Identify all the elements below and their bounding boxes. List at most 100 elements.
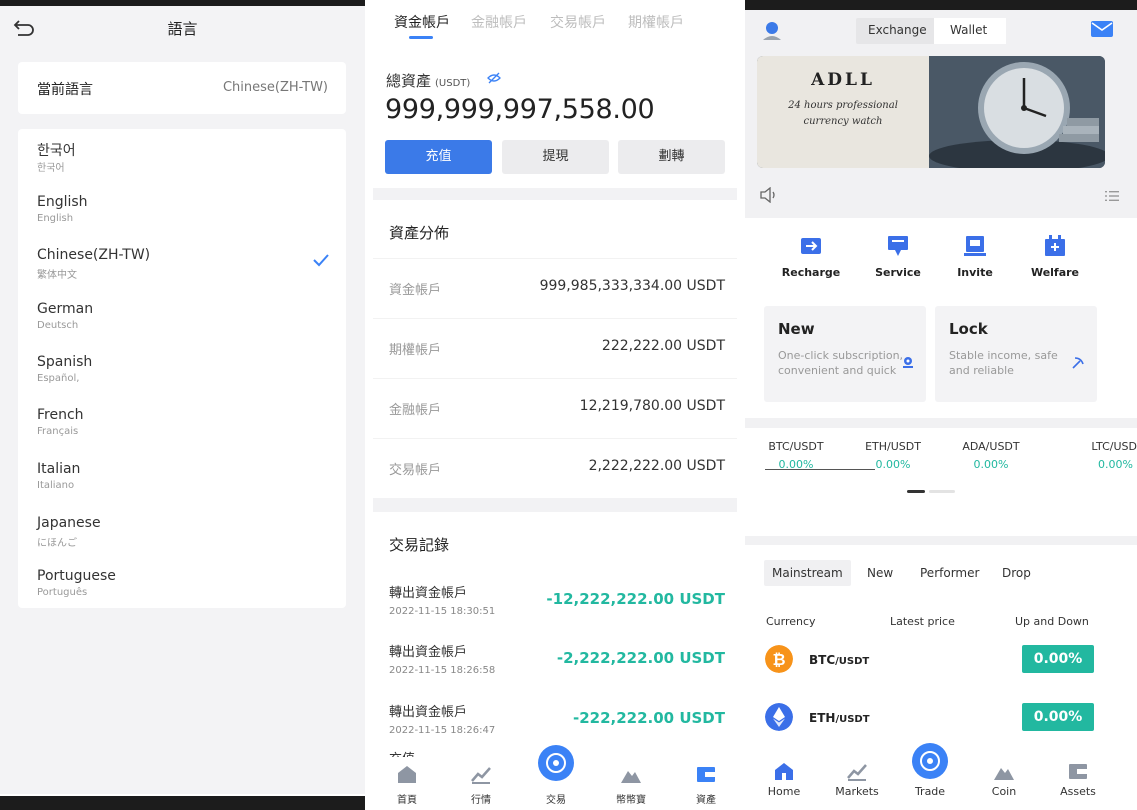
transaction-amount: -12,222,222.00 USDT [546, 590, 725, 608]
column-header-price: Latest price [890, 615, 955, 628]
nav-markets[interactable]: 行情 [451, 757, 511, 810]
language-option-chinese-tw[interactable]: Chinese(ZH-TW) 繁体中文 [18, 238, 346, 291]
language-option-portuguese[interactable]: Portuguese Português [18, 559, 346, 612]
asset-distribution: 資產分佈 資金帳戶 999,985,333,334.00 USDT 期權帳戶 2… [373, 200, 737, 498]
tab-mainstream[interactable]: Mainstream [764, 560, 851, 586]
trade-button[interactable] [912, 743, 948, 779]
banner-subtitle-line-2: currency watch [803, 116, 883, 127]
transaction-type: 轉出資金帳戶 [389, 586, 468, 601]
banner-paper: ADLL 24 hours professional currency watch [757, 56, 929, 168]
recharge-button[interactable]: Recharge [771, 234, 851, 294]
tab-drop[interactable]: Drop [1002, 566, 1031, 580]
tab-performer[interactable]: Performer [920, 566, 979, 580]
chart-icon [471, 767, 491, 784]
account-name: 期權帳戶 [389, 343, 442, 358]
distribution-row: 資金帳戶 999,985,333,334.00 USDT [373, 258, 737, 318]
tab-trading-account[interactable]: 交易帳戶 [550, 12, 606, 32]
transaction-time: 2022-11-15 18:26:47 [389, 725, 496, 736]
language-name: French [37, 407, 84, 423]
mail-icon[interactable] [1091, 21, 1113, 37]
trade-button[interactable] [538, 745, 574, 781]
language-native-name: Português [37, 587, 88, 598]
tab-finance-account[interactable]: 金融帳戶 [471, 12, 527, 32]
section-title: 資產分佈 [389, 224, 450, 242]
ticker-item[interactable]: ETH/USDT 0.00% [848, 440, 938, 471]
transfer-button[interactable]: 劃轉 [618, 140, 725, 174]
transaction-row[interactable]: 轉出資金帳戶 2022-11-15 18:30:51 -12,222,222.0… [373, 582, 737, 642]
nav-coin[interactable]: Coin [969, 755, 1039, 810]
nav-home[interactable]: Home [749, 755, 819, 810]
invite-icon [964, 236, 986, 256]
lock-card[interactable]: Lock Stable income, safe and reliable [935, 306, 1097, 402]
deposit-button[interactable]: 充值 [385, 140, 492, 174]
language-option-english[interactable]: English English [18, 185, 346, 238]
ticker-strip: BTC/USDT 0.00% ETH/USDT 0.00% ADA/USDT 0… [745, 428, 1137, 536]
ticker-item[interactable]: ADA/USDT 0.00% [946, 440, 1036, 471]
list-icon[interactable] [1105, 190, 1119, 202]
speaker-icon [760, 187, 775, 203]
home-icon [398, 766, 416, 783]
language-option-german[interactable]: German Deutsch [18, 292, 346, 345]
invite-button[interactable]: Invite [935, 234, 1015, 294]
withdraw-button[interactable]: 提現 [502, 140, 609, 174]
exchange-home-screen: Exchange Wallet ADLL 24 hours profession… [745, 0, 1137, 810]
nav-label: 首頁 [397, 795, 417, 806]
account-tabs: 資金帳戶 金融帳戶 交易帳戶 期權帳戶 [373, 0, 737, 42]
bitcoin-icon: ₿ [765, 645, 793, 673]
quick-action-label: Service [875, 266, 921, 279]
nav-assets[interactable]: Assets [1043, 755, 1113, 810]
nav-assets[interactable]: 資產 [676, 757, 736, 810]
card-description-line-1: Stable income, safe [949, 349, 1058, 362]
language-option-korean[interactable]: 한국어 한국어 [18, 131, 346, 184]
total-assets-card: 總資產 (USDT) 999,999,997,558.00 充值 提現 劃轉 [373, 42, 737, 188]
language-option-french[interactable]: French Français [18, 398, 346, 451]
segment-wallet[interactable]: Wallet [950, 23, 987, 37]
nav-markets[interactable]: Markets [822, 755, 892, 810]
service-button[interactable]: Service [858, 234, 938, 294]
change-badge: 0.00% [1022, 703, 1094, 731]
eye-hidden-icon[interactable] [487, 72, 501, 84]
wallet-icon [1069, 764, 1087, 779]
quick-action-label: Welfare [1030, 266, 1080, 279]
svg-text:₿: ₿ [772, 650, 785, 669]
new-card[interactable]: New One-click subscription, convenient an… [764, 306, 926, 402]
transaction-type: 轉出資金帳戶 [389, 705, 468, 720]
transaction-amount: -2,222,222.00 USDT [556, 649, 725, 667]
current-language-label: 當前語言 [37, 82, 93, 98]
language-option-spanish[interactable]: Spanish Español, [18, 345, 346, 398]
language-native-name: 繁体中文 [37, 270, 77, 281]
promo-banner[interactable]: ADLL 24 hours professional currency watch [757, 56, 1105, 168]
total-assets-unit: (USDT) [435, 78, 471, 89]
page-dot-active [907, 490, 925, 493]
tab-new[interactable]: New [867, 566, 893, 580]
nav-coin-treasure[interactable]: 幣幣寶 [601, 757, 661, 810]
card-title: Lock [949, 320, 988, 338]
distribution-row: 金融帳戶 12,219,780.00 USDT [373, 378, 737, 438]
card-description-line-2: convenient and quick [778, 364, 897, 377]
segment-exchange[interactable]: Exchange [868, 23, 927, 37]
card-description: Stable income, safe and reliable [949, 348, 1058, 378]
language-name: Chinese(ZH-TW) [37, 247, 151, 263]
banner-title: ADLL [811, 70, 875, 90]
avatar-icon[interactable] [760, 19, 784, 43]
ticker-item[interactable]: LTC/USD 0.00% [1045, 440, 1137, 471]
transaction-row[interactable]: 轉出資金帳戶 2022-11-15 18:26:58 -2,222,222.00… [373, 641, 737, 701]
account-balance: 999,985,333,334.00 USDT [539, 278, 725, 294]
ticker-item[interactable]: BTC/USDT 0.00% [751, 440, 841, 471]
welfare-button[interactable]: Welfare [1015, 234, 1095, 294]
market-row[interactable]: ETH/USDT 0.00% [745, 703, 1137, 743]
trade-icon [920, 751, 940, 771]
nav-label: Markets [835, 785, 879, 798]
language-option-japanese[interactable]: Japanese にほんご [18, 506, 346, 559]
language-native-name: Deutsch [37, 320, 79, 331]
nav-home[interactable]: 首頁 [377, 757, 437, 810]
tab-options-account[interactable]: 期權帳戶 [628, 12, 684, 32]
subscription-icon [903, 357, 913, 368]
language-option-italian[interactable]: Italian Italiano [18, 452, 346, 505]
language-name: Spanish [37, 354, 93, 370]
notice-bar [745, 178, 1137, 216]
tab-funds-account[interactable]: 資金帳戶 [394, 12, 450, 32]
exchange-wallet-toggle: Exchange Wallet [856, 18, 1006, 44]
market-row[interactable]: ₿ BTC/USDT 0.00% [745, 645, 1137, 685]
account-balance: 12,219,780.00 USDT [579, 398, 725, 414]
